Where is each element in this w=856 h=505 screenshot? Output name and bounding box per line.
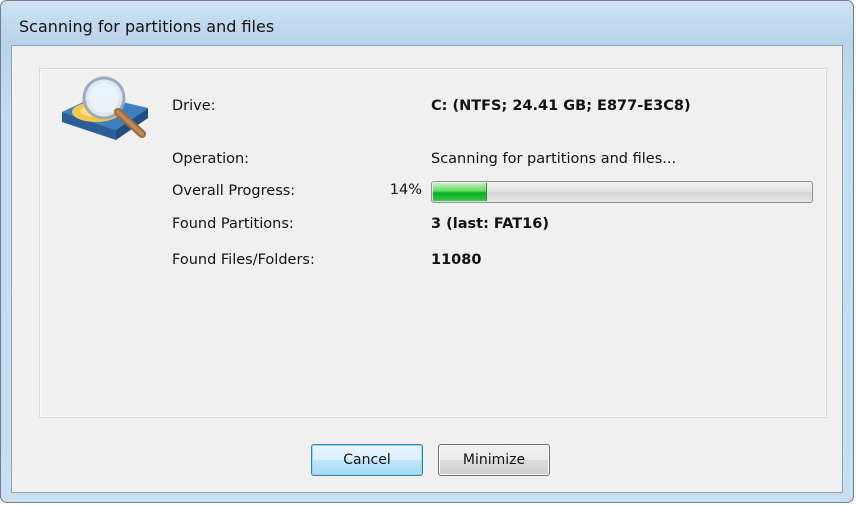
drive-label: Drive:	[172, 98, 216, 114]
found-files-value: 11080	[431, 252, 482, 268]
cancel-button[interactable]: Cancel	[311, 444, 423, 476]
found-files-label: Found Files/Folders:	[172, 252, 315, 268]
found-partitions-value: 3 (last: FAT16)	[431, 216, 549, 232]
drive-value: C: (NTFS; 24.41 GB; E877-E3C8)	[431, 98, 691, 114]
dialog-client-area: Drive: C: (NTFS; 24.41 GB; E877-E3C8) Op…	[11, 45, 843, 493]
operation-label: Operation:	[172, 151, 250, 167]
progress-percent: 14%	[389, 182, 422, 198]
title-bar[interactable]: Scanning for partitions and files	[1, 1, 853, 43]
overall-progress-bar	[431, 181, 813, 203]
hard-drive-magnifier-icon	[62, 76, 148, 140]
progress-bar-fill	[433, 183, 488, 201]
window-title: Scanning for partitions and files	[19, 17, 275, 36]
operation-value: Scanning for partitions and files...	[431, 151, 677, 167]
found-partitions-label: Found Partitions:	[172, 216, 294, 232]
minimize-button[interactable]: Minimize	[438, 444, 550, 476]
status-panel	[39, 68, 827, 418]
overall-progress-label: Overall Progress:	[172, 183, 296, 199]
dialog-window: Scanning for partitions and files Drive:…	[0, 0, 854, 503]
